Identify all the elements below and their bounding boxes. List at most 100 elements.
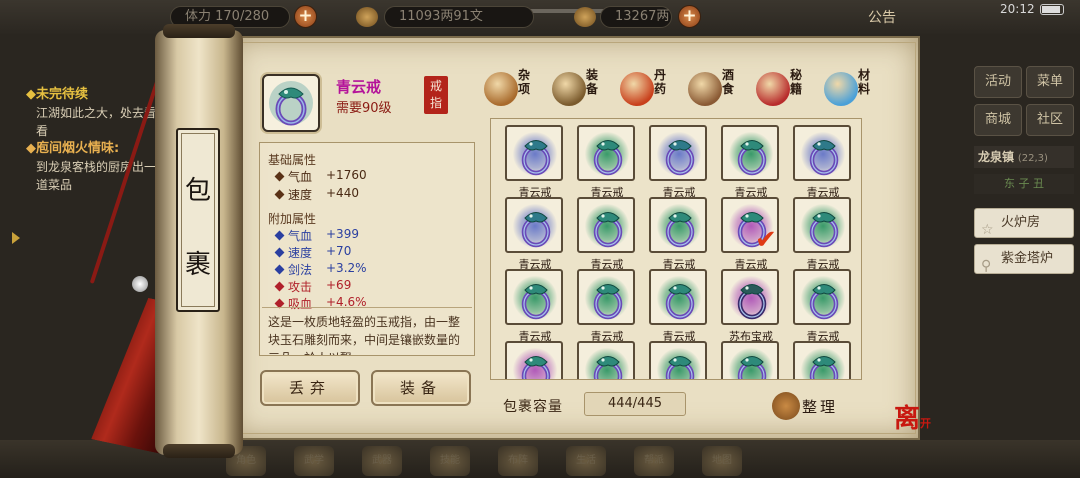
pill-icon [620, 72, 654, 106]
quest-title[interactable]: ◆未完待续 [26, 86, 166, 104]
leave-button[interactable]: 离开 [894, 398, 931, 435]
bottom-nav-item[interactable]: 技能 [430, 446, 470, 476]
ring-icon [593, 284, 623, 320]
stat-value: +399 [326, 227, 359, 241]
inventory-slot[interactable]: 青云戒 [577, 341, 637, 379]
category-label: 丹药 [654, 68, 667, 96]
menu-button-1[interactable]: 菜单 [1026, 66, 1074, 98]
inventory-slot[interactable]: ✔ 青云戒 [721, 197, 781, 271]
inventory-slot[interactable]: 青云戒 [577, 197, 637, 271]
inventory-slot[interactable]: 青云戒 [649, 125, 709, 199]
sort-button[interactable]: 整理 [802, 396, 838, 417]
slot-frame [505, 125, 563, 181]
slot-frame [577, 125, 635, 181]
inventory-slot[interactable]: 青云戒 [577, 125, 637, 199]
bag-icon[interactable] [772, 392, 800, 420]
slot-frame [721, 269, 779, 325]
sub-item-furnace-room[interactable]: ☆ 火炉房 [974, 208, 1074, 238]
ring-icon [665, 284, 695, 320]
category-label: 酒食 [722, 68, 735, 96]
category-tab-1[interactable]: 装备 [552, 64, 612, 110]
notice-button[interactable]: 公告 [868, 7, 896, 27]
silver-counter: 11093两91文 [384, 6, 534, 28]
quest-title[interactable]: ◆庖间烟火情味: [26, 140, 166, 158]
quest-panel[interactable]: ◆未完待续 江湖如此之大，处去看看 ◆庖间烟火情味: 到龙泉客栈的厨房出一道菜品 [26, 86, 166, 194]
inventory-grid[interactable]: 青云戒 青云戒 青云戒 青云戒 青云戒 青云戒 青云戒 青云戒 ✔ 青云戒 青云戒 青云戒 青云戒 青云戒… [490, 118, 862, 380]
bottom-nav-item[interactable]: 生活 [566, 446, 606, 476]
inventory-slot[interactable]: 青云戒 [721, 341, 781, 379]
ring-icon [521, 140, 551, 176]
category-tab-3[interactable]: 酒食 [688, 66, 748, 110]
discard-button[interactable]: 丢弃 [260, 370, 360, 406]
slot-frame [577, 341, 635, 379]
inventory-slot[interactable]: 青云戒 [505, 269, 565, 343]
slot-frame [721, 125, 779, 181]
category-label: 材料 [858, 68, 871, 96]
item-type-seal: 戒指 [424, 76, 448, 114]
scroll-rod-cap-bottom [163, 444, 235, 458]
clock: 20:12 [1000, 2, 1035, 16]
category-tab-0[interactable]: 杂项 [484, 66, 544, 110]
slot-frame [505, 197, 563, 253]
diamond-bullet-icon [274, 281, 285, 292]
item-description: 这是一枚质地轻盈的玉戒指，由一整块玉石雕刻而来，中间是镶嵌数量的三朵，於人以飘 [268, 315, 461, 355]
diamond-bullet-icon [274, 189, 285, 200]
capacity-label: 包裹容量 [503, 399, 563, 415]
ring-icon [593, 212, 623, 248]
inventory-slot[interactable]: 青云戒 [793, 197, 853, 271]
top-hud [0, 0, 1080, 34]
category-tab-2[interactable]: 丹药 [620, 66, 680, 110]
stat-name: 剑法 [288, 263, 313, 277]
inventory-slot[interactable]: 青云戒 [505, 125, 565, 199]
inventory-slot[interactable]: 青云戒 [649, 269, 709, 343]
scroll-rod-cap-top [163, 24, 235, 38]
stat-name: 速度 [288, 246, 313, 260]
inventory-slot[interactable]: 苏布宝戒 [721, 269, 781, 343]
ring-icon [521, 356, 551, 379]
stat-value: +3.2% [326, 261, 367, 275]
ring-icon [521, 284, 551, 320]
inventory-slot[interactable]: 青云戒 [793, 269, 853, 343]
add-gold-button[interactable]: + [678, 5, 701, 28]
menu-button-2[interactable]: 商城 [974, 104, 1022, 136]
extra-stat-row: 剑法 +3.2% [274, 261, 367, 278]
base-attributes-header: 基础属性 [268, 153, 317, 167]
slot-frame [505, 341, 563, 379]
base-stat-row: 气血 +1760 [274, 168, 367, 185]
bottom-nav-item[interactable]: 布阵 [498, 446, 538, 476]
extra-attributes-header: 附加属性 [268, 212, 317, 226]
battery-icon [1040, 4, 1064, 15]
sub-item-purple-furnace[interactable]: ⚲ 紫金塔炉 [974, 244, 1074, 274]
inventory-slot[interactable]: 青云戒 [721, 125, 781, 199]
menu-button-3[interactable]: 社区 [1026, 104, 1074, 136]
inventory-slot[interactable]: 青云戒 [649, 341, 709, 379]
inventory-slot[interactable]: 青云戒 [793, 341, 853, 379]
stats-divider [262, 307, 472, 308]
stat-value: +70 [326, 244, 352, 258]
location-label[interactable]: 龙泉镇 (22,3) [974, 146, 1074, 168]
category-label: 杂项 [518, 68, 531, 96]
stat-name: 攻击 [288, 280, 313, 294]
equip-button[interactable]: 装备 [371, 370, 471, 406]
inventory-slot[interactable]: 青云戒 [577, 269, 637, 343]
bottom-nav-item[interactable]: 帮派 [634, 446, 674, 476]
inventory-slot[interactable]: 青云戒 [793, 125, 853, 199]
title-char-2: 裹 [184, 250, 211, 280]
inventory-slot[interactable]: 青云戒 [505, 197, 565, 271]
category-tab-4[interactable]: 秘籍 [756, 66, 816, 110]
menu-button-0[interactable]: 活动 [974, 66, 1022, 98]
silver-coin-icon [356, 7, 378, 27]
inventory-slot[interactable]: 青云戒 [505, 341, 565, 379]
inventory-slot[interactable]: 青云戒 [649, 197, 709, 271]
stat-value: +69 [326, 278, 352, 292]
bottom-nav-item[interactable]: 武学 [294, 446, 334, 476]
expand-arrow-icon[interactable] [12, 232, 20, 244]
slot-frame [793, 341, 851, 379]
add-stamina-button[interactable]: + [294, 5, 317, 28]
item-stats-box: 基础属性 气血 +1760 速度 +440 附加属性 气血 +399 速度 +70 剑法 +3.2% 攻… [259, 142, 475, 356]
category-tab-5[interactable]: 材料 [824, 66, 884, 110]
bottom-nav-item[interactable]: 地图 [702, 446, 742, 476]
category-label: 秘籍 [790, 68, 803, 96]
bottom-nav-item[interactable]: 武器 [362, 446, 402, 476]
capacity-value: 444/445 [584, 392, 686, 416]
